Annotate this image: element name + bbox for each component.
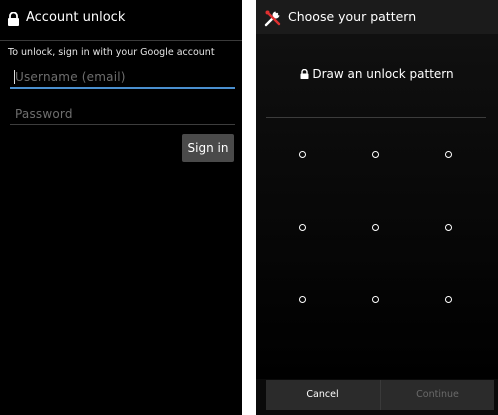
pattern-dot[interactable] [299,296,306,303]
pattern-dot[interactable] [372,296,379,303]
screen-title: Account unlock [26,10,126,25]
instruction-text: To unlock, sign in with your Google acco… [8,47,215,58]
title-bar: Choose your pattern [256,0,498,34]
pattern-dot[interactable] [372,151,379,158]
lock-icon [8,12,19,26]
continue-button[interactable]: Continue [380,380,494,410]
pattern-dot[interactable] [299,151,306,158]
sign-in-button[interactable]: Sign in [182,134,234,162]
screen-title: Choose your pattern [288,9,417,24]
button-bar: Cancel Continue [266,380,494,410]
lock-icon [300,69,309,79]
account-unlock-screen: Account unlock To unlock, sign in with y… [0,0,242,415]
prompt-text: Draw an unlock pattern [312,67,454,81]
username-placeholder: Username (email) [15,70,126,84]
divider [266,117,486,118]
pattern-dot[interactable] [445,296,452,303]
pattern-body [256,34,498,379]
title-bar: Account unlock [0,0,242,40]
pattern-dot[interactable] [299,224,306,231]
password-placeholder: Password [15,107,73,121]
cancel-button[interactable]: Cancel [266,380,379,410]
pattern-dot[interactable] [372,224,379,231]
pattern-dot[interactable] [445,151,452,158]
tools-icon [264,10,281,27]
pattern-prompt: Draw an unlock pattern [256,67,498,81]
username-field[interactable]: Username (email) [10,70,235,88]
password-field[interactable]: Password [10,107,235,125]
pattern-dot[interactable] [445,224,452,231]
choose-pattern-screen: Choose your pattern Draw an unlock patte… [256,0,498,415]
password-underline [10,124,235,125]
username-underline [10,87,235,89]
divider [0,40,242,41]
